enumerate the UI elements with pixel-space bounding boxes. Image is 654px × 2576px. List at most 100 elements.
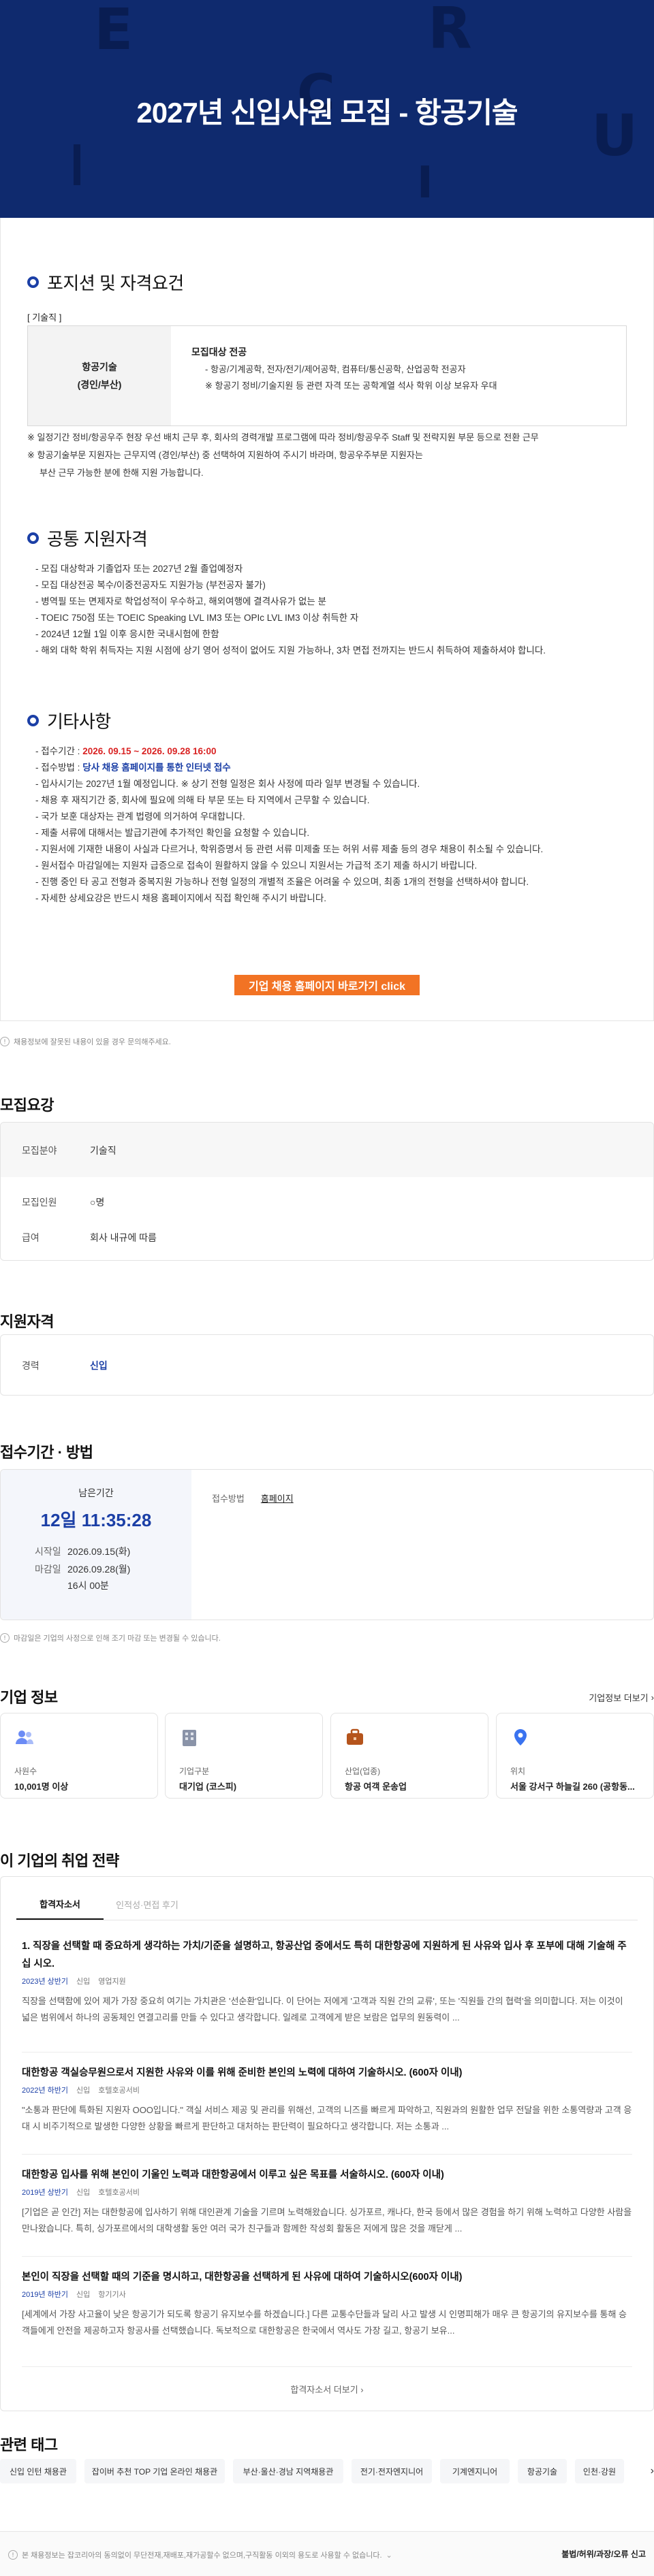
note-line: 부산 근무 가능한 분에 한해 지원 가능합니다. bbox=[40, 468, 204, 478]
info-icon: ! bbox=[0, 1633, 10, 1643]
essay-item[interactable]: 대한항공 객실승무원으로서 지원한 사유와 이를 위해 준비한 본인의 노력에 … bbox=[22, 2064, 632, 2135]
list-item: - 국가 보훈 대상자는 관계 법령에 의거하여 우대합니다. bbox=[35, 811, 245, 822]
tag-chip[interactable]: 항공기술 bbox=[518, 2459, 567, 2483]
essay-dept: 영업지원 bbox=[98, 1978, 126, 1986]
major-line: - 항공/기계공학, 전자/전기/제어공학, 컴퓨터/통신공학, 산업공학 전공… bbox=[205, 364, 466, 374]
section-header-etc: 기타사항 bbox=[27, 708, 111, 733]
company-tile-industry: 산업(업종) 항공 여객 운송업 bbox=[330, 1713, 488, 1799]
qualification-title: 지원자격 bbox=[0, 1313, 54, 1330]
info-icon: ! bbox=[0, 1037, 10, 1046]
essay-type: 신입 bbox=[76, 2189, 91, 2197]
notice-text: 본 채용정보는 잡코리아의 동의없이 무단전재,재배포,재가공할수 없으며,구직… bbox=[22, 2551, 382, 2560]
briefcase-icon bbox=[347, 1728, 363, 1745]
company-more-link[interactable]: 기업정보 더보기 › bbox=[589, 1691, 654, 1704]
list-item: - 지원서에 기재한 내용이 사실과 다르거나, 학위증명서 등 관련 서류 미… bbox=[35, 844, 544, 854]
list-item: - 자세한 상세요강은 반드시 채용 홈페이지에서 직접 확인해 주시기 바랍니… bbox=[35, 893, 327, 903]
tag-chip[interactable]: 잡이버 추천 TOP 기업 온라인 채용관 bbox=[84, 2459, 225, 2483]
row-key: 급여 bbox=[22, 1232, 40, 1243]
essay-item[interactable]: 본인이 직장을 선택할 때의 기준을 명시하고, 대한항공을 선택하게 된 사유… bbox=[22, 2268, 632, 2339]
essay-answer: [기업은 곧 인간] 저는 대한항공에 입사하기 위해 대인관계 기술을 기르며… bbox=[22, 2207, 632, 2234]
essay-meta: 2019년 상반기 신입 호텔호공서비 bbox=[22, 2187, 632, 2197]
summary-row: 모집인원 ○명 bbox=[22, 1195, 104, 1209]
tag-chip[interactable]: 전기·전자엔지니어 bbox=[352, 2459, 432, 2483]
position-table: 항공기술 (경인/부산) 모집대상 전공 - 항공/기계공학, 전자/전기/제어… bbox=[27, 325, 627, 426]
recruit-banner: E R C U I 2027년 신입사원 모집 - 항공기술 bbox=[0, 0, 654, 218]
etc-list: - 접수기간 : 2026. 09.15 ~ 2026. 09.28 16:00… bbox=[35, 743, 635, 907]
note-line: ※ 항공기술부문 지원자는 근무지역 (경인/부산) 중 선택하여 지원하여 주… bbox=[27, 450, 423, 460]
section-header-common: 공통 지원자격 bbox=[27, 526, 148, 551]
list-item: - TOEIC 750점 또는 TOEIC Speaking LVL IM3 또… bbox=[35, 613, 359, 623]
essay-type: 신입 bbox=[76, 2291, 91, 2299]
essay-year: 2019년 상반기 bbox=[22, 2189, 69, 2197]
section-title: 공통 지원자격 bbox=[47, 529, 148, 549]
essay-answer: [세계에서 가장 사고율이 낮은 항공기가 되도록 항공기 유지보수를 하겠습니… bbox=[22, 2309, 627, 2336]
company-tile-type: 기업구분 대기업 (코스피) bbox=[165, 1713, 323, 1799]
list-item: - 2024년 12월 1일 이후 응시한 국내시험에 한함 bbox=[35, 629, 219, 639]
essay-question: 본인이 직장을 선택할 때의 기준을 명시하고, 대한항공을 선택하게 된 사유… bbox=[22, 2272, 463, 2283]
list-item: - 모집 대상전공 복수/이중전공자도 지원가능 (부전공자 불가) bbox=[35, 580, 266, 590]
banner-decor-bar bbox=[74, 144, 80, 185]
ring-bullet-icon bbox=[27, 532, 39, 544]
tag-chip[interactable]: 기계엔지니어 bbox=[440, 2459, 510, 2483]
chevron-right-icon: › bbox=[651, 1692, 654, 1703]
section-title: 기타사항 bbox=[47, 711, 111, 732]
period-card: 남은기간 12일 11:35:28 시작일 2026.09.15(화) 마감일 … bbox=[0, 1469, 654, 1620]
essay-item[interactable]: 대한항공 입사를 위해 본인이 기울인 노력과 대한항공에서 이루고 싶은 목표… bbox=[22, 2166, 632, 2237]
tags-title: 관련 태그 bbox=[0, 2436, 58, 2453]
end-date-key: 마감일 bbox=[35, 1564, 61, 1575]
position-job-cell: 항공기술 (경인/부산) bbox=[28, 326, 171, 425]
banner-decor-letter: R bbox=[428, 0, 472, 61]
list-item: - 모집 대상학과 기졸업자 또는 2027년 2월 졸업예정자 bbox=[35, 564, 243, 574]
summary-title: 모집요강 bbox=[0, 1097, 54, 1114]
tile-label: 산업(업종) bbox=[345, 1767, 381, 1776]
tile-value[interactable]: 서울 강서구 하늘길 260 (공항동... bbox=[510, 1780, 647, 1792]
note-line: ※ 일정기간 정비/항공우주 현장 우선 배치 근무 후, 회사의 경력개발 프… bbox=[27, 432, 539, 442]
period-value: 2026. 09.15 ~ 2026. 09.28 16:00 bbox=[82, 746, 217, 756]
notice-text[interactable]: 채용정보에 잘못된 내용이 있을 경우 문의해주세요. bbox=[14, 1036, 171, 1047]
essay-question: 1. 직장을 선택할 때 중요하게 생각하는 가치/기준을 설명하고, 항공산업… bbox=[22, 1941, 627, 1969]
row-key: 모집분야 bbox=[22, 1145, 57, 1156]
essay-item[interactable]: 1. 직장을 선택할 때 중요하게 생각하는 가치/기준을 설명하고, 항공산업… bbox=[22, 1937, 632, 2026]
company-homepage-button[interactable]: 기업 채용 홈페이지 바로가기 click bbox=[234, 975, 420, 995]
essay-meta: 2023년 상반기 신입 영업지원 bbox=[22, 1976, 632, 1986]
essay-meta: 2019년 하반기 신입 항기기사 bbox=[22, 2289, 632, 2300]
method-link[interactable]: 홈페이지 bbox=[261, 1492, 294, 1504]
start-date-row: 시작일 2026.09.15(화) bbox=[35, 1545, 130, 1558]
essay-dept: 호텔호공서비 bbox=[98, 2087, 140, 2095]
tile-value: 10,001명 이상 bbox=[14, 1782, 69, 1792]
summary-row: 급여 회사 내규에 따름 bbox=[22, 1231, 157, 1244]
list-item: - 해외 대학 학위 취득자는 지원 시점에 상기 영어 성적이 없어도 지원 … bbox=[35, 645, 546, 656]
tile-label: 기업구분 bbox=[179, 1767, 210, 1776]
method-key: 접수방법 bbox=[212, 1494, 245, 1504]
people-icon bbox=[16, 1730, 33, 1744]
apply-method-row: 접수방법 홈페이지 bbox=[212, 1492, 294, 1504]
essay-dept: 호텔호공서비 bbox=[98, 2189, 140, 2197]
tab-cover-letter[interactable]: 합격자소서 bbox=[16, 1888, 104, 1920]
job-posting-page: E R C U I 2027년 신입사원 모집 - 항공기술 포지션 및 자격요… bbox=[0, 0, 654, 2576]
essay-divider bbox=[22, 2256, 632, 2257]
end-date-row: 마감일 2026.09.28(월) bbox=[35, 1562, 130, 1576]
tags-scroll-chevron-icon[interactable]: › bbox=[624, 2459, 654, 2483]
essay-meta: 2022년 하반기 신입 호텔호공서비 bbox=[22, 2084, 632, 2095]
row-key: 모집인원 bbox=[22, 1197, 57, 1208]
summary-row: 모집분야 기술직 bbox=[22, 1144, 116, 1157]
banner-title: 2027년 신입사원 모집 - 항공기술 bbox=[136, 97, 518, 129]
company-tile-location: 위치 서울 강서구 하늘길 260 (공항동... bbox=[496, 1713, 654, 1799]
tab-interview-review[interactable]: 인적성·면접 후기 bbox=[104, 1888, 191, 1920]
list-item: - 입사시기는 2027년 1월 예정입니다. ※ 상기 전형 일정은 회사 사… bbox=[35, 779, 420, 789]
essay-year: 2023년 상반기 bbox=[22, 1978, 69, 1986]
list-item: - 제출 서류에 대해서는 발급기관에 추가적인 확인을 요청할 수 있습니다. bbox=[35, 828, 310, 838]
tag-chip[interactable]: 인천·강원 bbox=[575, 2459, 624, 2483]
report-link[interactable]: 불법/허위/과장/오류 신고 bbox=[561, 2548, 646, 2560]
position-notes: ※ 일정기간 정비/항공우주 현장 우선 배치 근무 후, 회사의 경력개발 프… bbox=[27, 429, 634, 482]
end-date-value: 2026.09.28(월) bbox=[67, 1564, 131, 1575]
tag-chip[interactable]: 부산·울산·경남 지역채용관 bbox=[233, 2459, 343, 2483]
error-report-notice: ! 채용정보에 잘못된 내용이 있을 경우 문의해주세요. bbox=[0, 1036, 171, 1047]
cover-letter-more-link[interactable]: 합격자소서 더보기 › bbox=[0, 2383, 654, 2396]
list-item: - 병역필 또는 면제자로 학업성적이 우수하고, 해외여행에 결격사유가 없는… bbox=[35, 596, 327, 607]
tag-chip[interactable]: 신입 인턴 채용관 bbox=[0, 2459, 76, 2483]
position-major-cell: 모집대상 전공 - 항공/기계공학, 전자/전기/제어공학, 컴퓨터/통신공학,… bbox=[171, 326, 626, 425]
chevron-right-icon: › bbox=[360, 2385, 364, 2395]
method-label: - 접수방법 : bbox=[35, 762, 83, 773]
category-label: [ 기술직 ] bbox=[27, 312, 62, 323]
